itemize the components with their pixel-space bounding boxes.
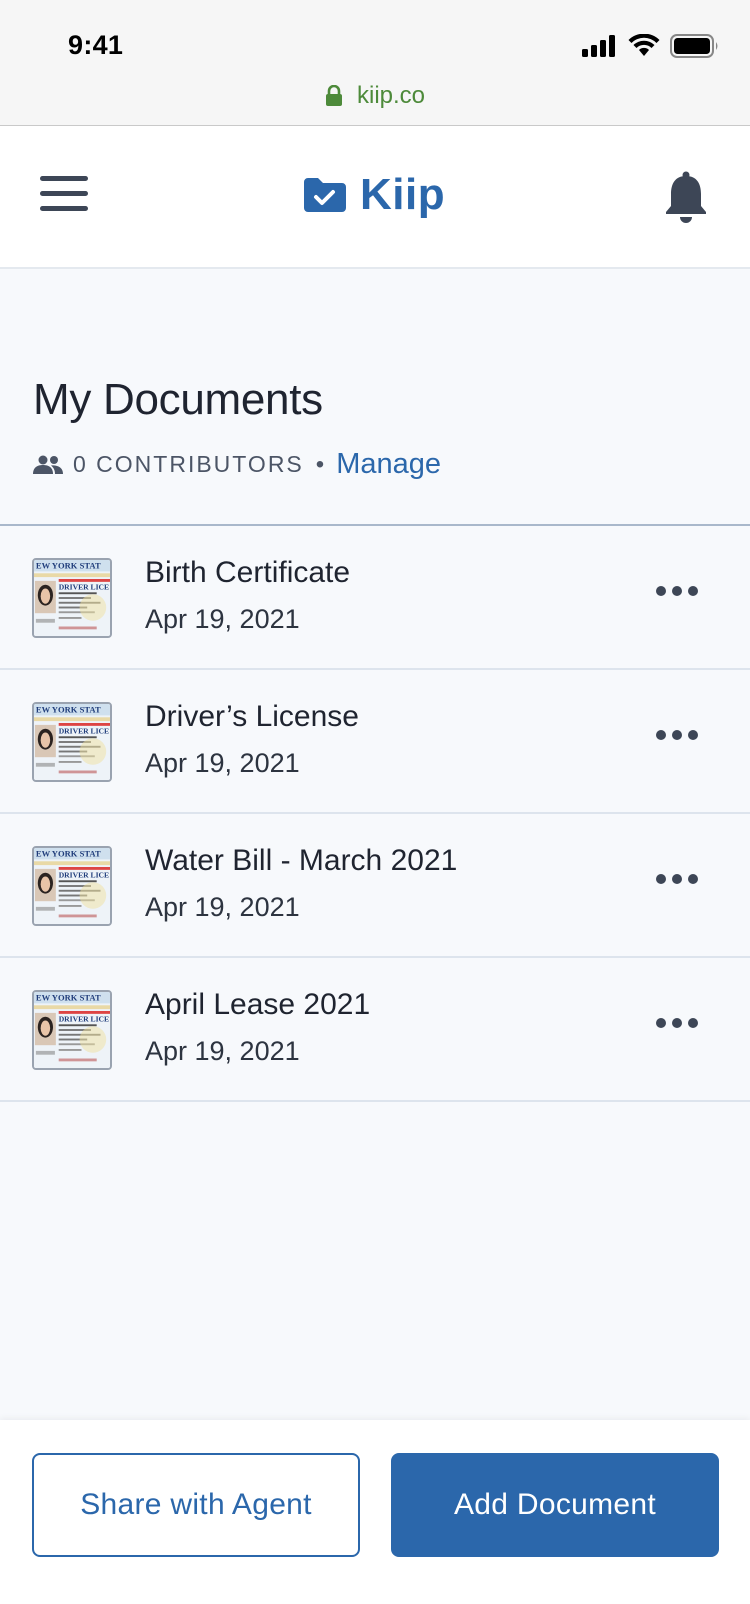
svg-text:EW YORK STAT: EW YORK STAT [36, 705, 101, 715]
more-options-icon[interactable] [656, 728, 698, 742]
svg-text:EW YORK STAT: EW YORK STAT [36, 993, 101, 1003]
page-title: My Documents [33, 375, 323, 424]
document-thumbnail[interactable]: EW YORK STAT DRIVER LICE [32, 990, 112, 1070]
share-with-agent-button[interactable]: Share with Agent [32, 1453, 360, 1557]
wifi-icon [628, 34, 660, 56]
browser-url-bar[interactable]: kiip.co [0, 82, 750, 126]
document-name: April Lease 2021 [145, 988, 371, 1021]
notification-bell-icon[interactable] [664, 170, 708, 229]
logo[interactable]: Kiip [302, 170, 445, 220]
svg-text:DRIVER LICE: DRIVER LICE [59, 1014, 109, 1023]
document-thumbnail[interactable]: EW YORK STAT DRIVER LICE [32, 846, 112, 926]
url-text: kiip.co [356, 82, 426, 109]
status-time: 9:41 [68, 30, 124, 60]
document-row[interactable]: EW YORK STAT DRIVER LICE Water Bill - Ma… [0, 814, 750, 958]
more-options-icon[interactable] [656, 872, 698, 886]
battery-icon [670, 34, 718, 58]
more-options-icon[interactable] [656, 584, 698, 598]
document-row[interactable]: EW YORK STAT DRIVER LICE Driver’s Licens… [0, 670, 750, 814]
separator: • [315, 450, 325, 478]
document-date: Apr 19, 2021 [145, 604, 300, 634]
logo-text: Kiip [360, 170, 446, 219]
cellular-signal-icon [582, 35, 615, 57]
document-thumbnail[interactable]: EW YORK STAT DRIVER LICE [32, 702, 112, 782]
document-name: Water Bill - March 2021 [145, 844, 458, 877]
status-icons [582, 34, 720, 58]
people-icon [33, 455, 63, 474]
svg-text:EW YORK STAT: EW YORK STAT [36, 849, 101, 859]
document-row[interactable]: EW YORK STAT DRIVER LICE Birth Certifica… [0, 526, 750, 670]
document-date: Apr 19, 2021 [145, 892, 300, 922]
status-bar: 9:41 [0, 0, 750, 82]
svg-text:DRIVER LICE: DRIVER LICE [59, 726, 109, 735]
manage-link[interactable]: Manage [336, 448, 441, 481]
document-date: Apr 19, 2021 [145, 1036, 300, 1066]
document-name: Driver’s License [145, 700, 359, 733]
document-list: EW YORK STAT DRIVER LICE Birth Certifica… [0, 526, 750, 1102]
add-document-button[interactable]: Add Document [391, 1453, 719, 1557]
document-thumbnail[interactable]: EW YORK STAT DRIVER LICE [32, 558, 112, 638]
svg-text:EW YORK STAT: EW YORK STAT [36, 561, 101, 571]
bottom-action-bar: Share with Agent Add Document [0, 1420, 750, 1604]
contributors-count: 0 CONTRIBUTORS [73, 451, 304, 477]
folder-check-icon [304, 178, 346, 212]
app-header: Kiip [0, 126, 750, 269]
svg-text:DRIVER LICE: DRIVER LICE [59, 582, 109, 591]
more-options-icon[interactable] [656, 1016, 698, 1030]
lock-icon [325, 85, 342, 106]
document-row[interactable]: EW YORK STAT DRIVER LICE April Lease 202… [0, 958, 750, 1102]
document-name: Birth Certificate [145, 556, 351, 589]
svg-text:DRIVER LICE: DRIVER LICE [59, 870, 109, 879]
document-date: Apr 19, 2021 [145, 748, 300, 778]
contributors-row: 0 CONTRIBUTORS • Manage [33, 448, 441, 481]
hamburger-menu-icon[interactable] [40, 176, 90, 216]
